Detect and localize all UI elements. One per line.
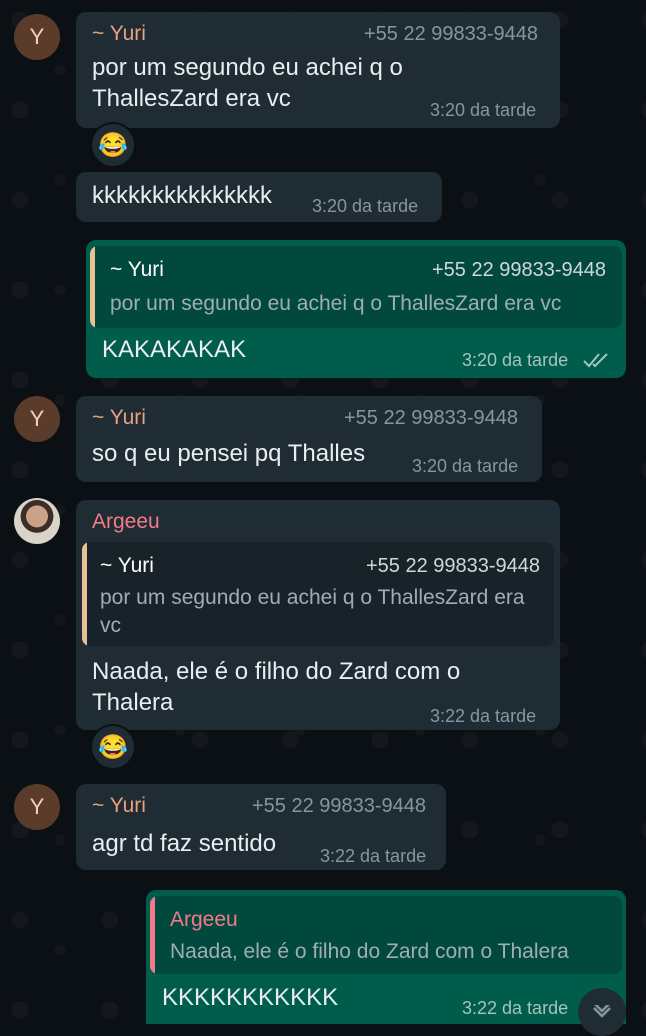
sender-phone: +55 22 99833-9448 [364,23,539,45]
double-check-icon [583,353,608,368]
chevron-down-icon [593,1005,611,1018]
avatar-initial: Y [29,794,45,819]
reaction-emoji[interactable]: 😂 [90,724,136,770]
scroll-down-button[interactable] [578,988,626,1036]
quote-bar [82,542,87,646]
message-time: 3:22 da tarde [462,998,569,1018]
message-bubble-outgoing[interactable]: ~ Yuri +55 22 99833-9448 por um segundo … [86,240,626,378]
avatar-initial: Y [29,406,45,431]
message-text: KKKKKKKKKKK [162,984,339,1011]
avatar[interactable]: Y [14,396,60,442]
quoted-message[interactable]: ~ Yuri +55 22 99833-9448 por um segundo … [82,542,554,646]
quote-text: Naada, ele é o filho do Zard com o Thale… [170,940,569,963]
quote-sender: ~ Yuri [100,554,154,577]
message-time: 3:20 da tarde [412,456,519,476]
message-bubble[interactable]: kkkkkkkkkkkkkkk 3:20 da tarde [76,172,442,222]
quote-bar [150,896,155,974]
quote-phone: +55 22 99833-9448 [366,555,541,577]
message-text: KAKAKAKAK [102,336,247,363]
avatar[interactable]: Y [14,784,60,830]
message-bubble-outgoing[interactable]: Argeeu Naada, ele é o filho do Zard com … [146,890,626,1024]
quote-phone: +55 22 99833-9448 [432,259,607,281]
avatar[interactable]: Y [14,14,60,60]
quoted-message[interactable]: Argeeu Naada, ele é o filho do Zard com … [150,896,622,974]
sender-name[interactable]: ~ Yuri [92,794,146,818]
avatar-initial: Y [29,24,45,49]
message-bubble[interactable]: ~ Yuri +55 22 99833-9448 agr td faz sent… [76,784,446,870]
sender-phone: +55 22 99833-9448 [344,407,519,429]
avatar-photo[interactable] [14,498,60,544]
quote-text: por um segundo eu achei q o ThallesZard … [110,292,562,315]
quote-bar [90,246,95,328]
message-time: 3:20 da tarde [462,350,569,370]
quote-sender: Argeeu [170,908,238,931]
sender-name[interactable]: ~ Yuri [92,406,146,430]
quote-sender: ~ Yuri [110,258,164,281]
message-text: por um segundo eu achei q o ThallesZard … [92,54,403,112]
message-text: agr td faz sentido [92,830,277,857]
sender-name[interactable]: Argeeu [92,510,160,534]
quoted-message[interactable]: ~ Yuri +55 22 99833-9448 por um segundo … [90,246,622,328]
quote-text: por um segundo eu achei q o ThallesZard … [100,586,525,637]
message-time: 3:20 da tarde [430,100,537,120]
message-text: so q eu pensei pq Thalles [92,440,366,467]
message-bubble[interactable]: ~ Yuri +55 22 99833-9448 por um segundo … [76,12,560,128]
message-time: 3:20 da tarde [312,196,419,216]
reaction-emoji[interactable]: 😂 [90,122,136,168]
message-bubble[interactable]: Argeeu ~ Yuri +55 22 99833-9448 por um s… [76,500,560,730]
message-bubble[interactable]: ~ Yuri +55 22 99833-9448 so q eu pensei … [76,396,542,482]
sender-name[interactable]: ~ Yuri [92,22,146,46]
message-text: kkkkkkkkkkkkkkk [92,182,272,209]
message-time: 3:22 da tarde [430,706,537,726]
sender-phone: +55 22 99833-9448 [252,795,427,817]
message-time: 3:22 da tarde [320,846,427,866]
